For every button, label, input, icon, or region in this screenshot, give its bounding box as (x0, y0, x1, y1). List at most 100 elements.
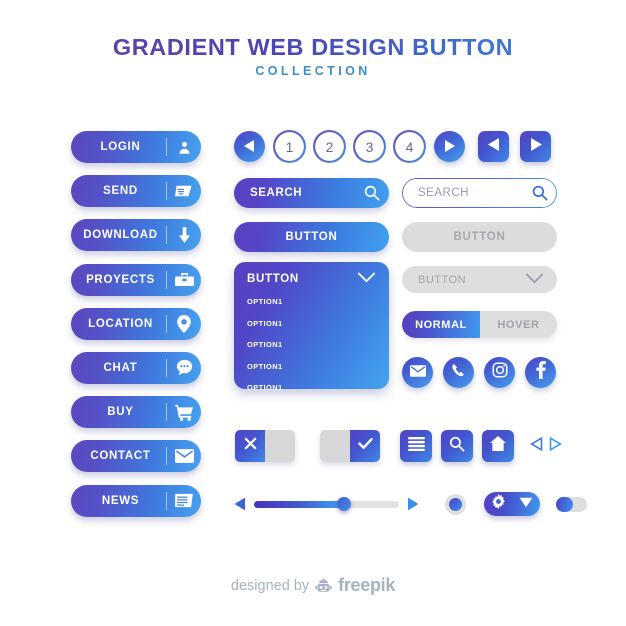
dropdown-option[interactable]: OPTION1 (247, 383, 376, 392)
page-title: GRADIENT WEB DESIGN BUTTON (0, 34, 626, 60)
contact-button[interactable]: CONTACT (71, 440, 201, 473)
magnifier-icon (449, 436, 465, 457)
search-bar-label: SEARCH (250, 187, 303, 199)
checkbox-check[interactable] (320, 430, 380, 462)
chat-button[interactable]: CHAT (71, 351, 201, 384)
radio-button-inner (449, 497, 462, 511)
checkbox-check-inactive[interactable] (320, 430, 350, 462)
button-row: BUTTON BUTTON (234, 222, 557, 252)
slider-decrease-button[interactable] (234, 497, 246, 511)
triangle-down-icon[interactable] (519, 495, 533, 513)
dropdown-header-label: BUTTON (247, 273, 299, 285)
triangle-right-icon (530, 137, 542, 156)
buy-button[interactable]: BUY (71, 396, 201, 429)
social-phone-button[interactable] (443, 357, 474, 388)
triangle-right-icon (444, 139, 455, 155)
projects-button-label: PROYECTS (86, 273, 155, 286)
pagination-page-label: 1 (285, 138, 294, 155)
arrow-prev-button[interactable] (530, 436, 543, 456)
send-button-label: SEND (103, 185, 138, 198)
settings-dropdown-button[interactable] (484, 492, 540, 516)
contact-button-label: CONTACT (90, 450, 151, 463)
search-bar-gradient[interactable]: SEARCH (234, 178, 389, 208)
pagination-page-2[interactable]: 2 (314, 131, 345, 162)
dropdown-collapsed-grey[interactable]: BUTTON (402, 266, 557, 293)
dropdown-option[interactable]: OPTION1 (247, 340, 376, 349)
page-subtitle: COLLECTION (255, 64, 371, 78)
map-pin-icon (167, 308, 201, 340)
chevron-down-icon[interactable] (357, 272, 376, 286)
news-button[interactable]: NEWS (71, 484, 201, 517)
arrow-next-button[interactable] (549, 436, 562, 456)
slider-track[interactable] (254, 497, 399, 511)
home-button[interactable] (482, 430, 514, 462)
pagination-page-4[interactable]: 4 (394, 131, 425, 162)
gear-icon[interactable] (491, 494, 506, 514)
pagination-next-button[interactable] (434, 131, 465, 162)
social-instagram-button[interactable] (484, 357, 515, 388)
buy-button-label: BUY (107, 406, 134, 419)
pagination-page-label: 4 (405, 138, 414, 155)
location-button-label: LOCATION (88, 317, 153, 330)
dropdown-option[interactable]: OPTION1 (247, 319, 376, 328)
check-icon (357, 437, 373, 455)
disabled-button[interactable]: BUTTON (402, 222, 557, 252)
magnifier-icon[interactable] (355, 185, 389, 201)
home-icon (490, 436, 506, 456)
triangle-right-outline-icon (549, 436, 562, 456)
pagination-page-3[interactable]: 3 (354, 131, 385, 162)
left-button-column: LOGIN SEND DOWNLOAD PROYECTS LOCATION CH… (71, 131, 201, 529)
checkbox-cross[interactable] (235, 430, 295, 462)
radio-button[interactable] (445, 493, 466, 515)
login-button[interactable]: LOGIN (71, 131, 201, 163)
dropdown-option[interactable]: OPTION1 (247, 362, 376, 371)
social-mail-button[interactable] (402, 357, 433, 388)
pagination-prev-button[interactable] (234, 131, 265, 162)
dropdown-collapsed-label: BUTTON (418, 273, 467, 286)
instagram-icon (491, 362, 508, 383)
dropdown-option[interactable]: OPTION1 (247, 297, 376, 306)
news-button-label: NEWS (101, 494, 140, 507)
primary-button[interactable]: BUTTON (234, 222, 389, 252)
toggle-switch[interactable] (556, 496, 587, 512)
slider-row (234, 492, 587, 516)
footer-credit: designed by freepik (0, 575, 626, 596)
pagination-page-1[interactable]: 1 (274, 131, 305, 162)
footer-brand: freepik (338, 575, 396, 595)
triangle-left-outline-icon (530, 436, 543, 456)
social-facebook-button[interactable] (525, 357, 556, 388)
chat-button-label: CHAT (103, 361, 138, 374)
send-button[interactable]: SEND (71, 175, 201, 208)
checkbox-cross-active[interactable] (235, 430, 265, 462)
projects-button[interactable]: PROYECTS (71, 263, 201, 296)
checkbox-cross-inactive[interactable] (265, 430, 295, 462)
search-button[interactable] (441, 430, 473, 462)
magnifier-icon[interactable] (523, 185, 557, 201)
dropdown-header[interactable]: BUTTON (247, 272, 376, 286)
search-bar-outline[interactable]: SEARCH (402, 178, 557, 208)
triangle-left-icon (244, 139, 255, 155)
checkbox-check-active[interactable] (350, 430, 380, 462)
chat-bubble-icon (167, 352, 201, 384)
location-button[interactable]: LOCATION (71, 307, 201, 340)
page-header: GRADIENT WEB DESIGN BUTTON COLLECTION (0, 34, 626, 78)
segmented-toggle[interactable]: NORMAL HOVER (402, 311, 557, 338)
download-button[interactable]: DOWNLOAD (71, 219, 201, 252)
dropdown-panel-expanded[interactable]: BUTTON OPTION1 OPTION1 OPTION1 OPTION1 O… (234, 262, 389, 392)
slider-knob[interactable] (336, 497, 351, 511)
slider-increase-button[interactable] (407, 497, 419, 511)
segment-normal[interactable]: NORMAL (402, 311, 480, 338)
menu-button[interactable] (400, 430, 432, 462)
square-next-button[interactable] (520, 131, 551, 162)
search-input[interactable]: SEARCH (402, 187, 523, 199)
mail-envelope-icon (167, 440, 201, 472)
toggle-switch-knob[interactable] (556, 496, 573, 512)
segment-hover[interactable]: HOVER (480, 311, 557, 338)
search-row: SEARCH SEARCH (234, 178, 557, 208)
cross-icon (244, 437, 257, 455)
slider-fill (254, 500, 344, 508)
square-prev-button[interactable] (478, 131, 509, 162)
chevron-down-icon[interactable] (525, 271, 544, 289)
pagination-page-label: 2 (325, 138, 334, 155)
footer-text: designed by (230, 577, 310, 594)
